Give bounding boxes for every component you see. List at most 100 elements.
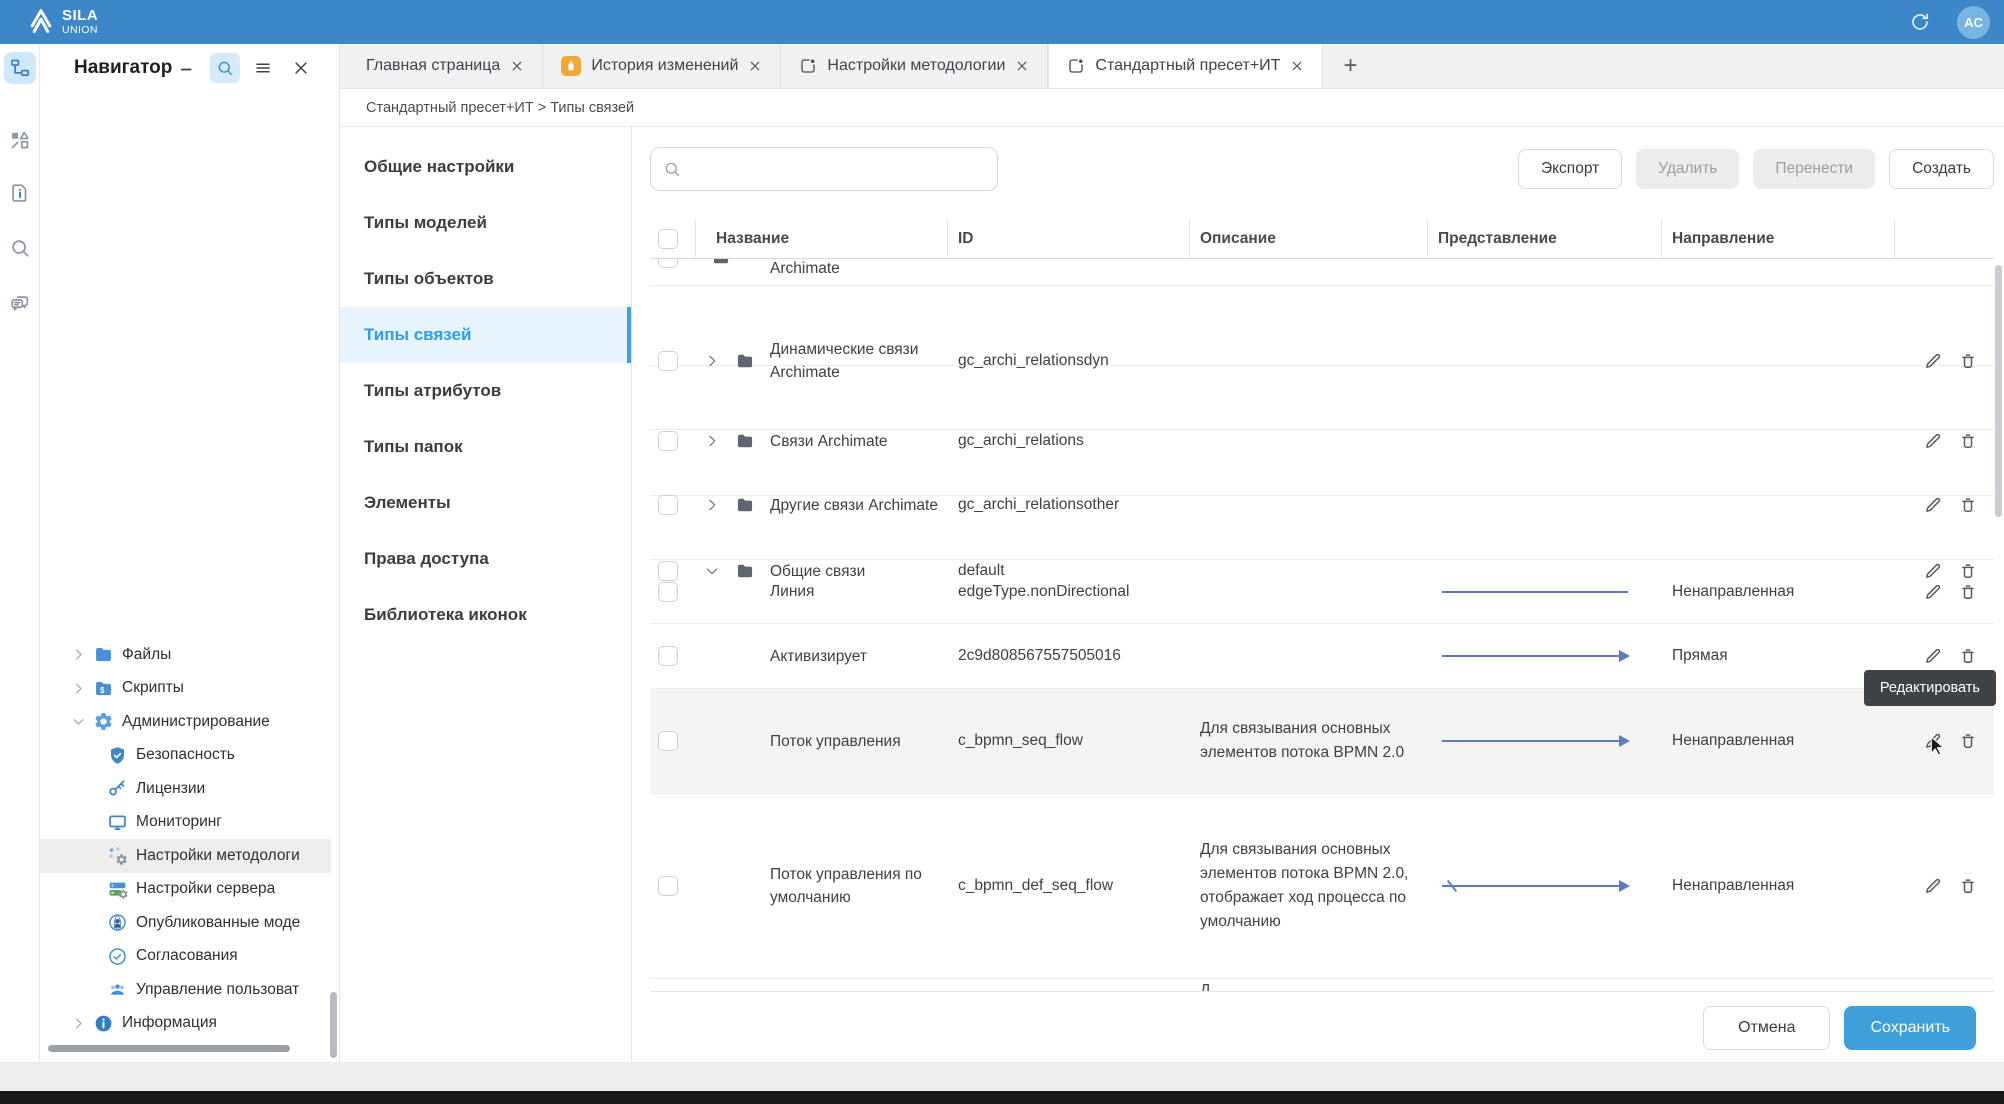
document-info-icon[interactable] bbox=[4, 177, 36, 209]
tree-item-user-management[interactable]: Управление пользоват bbox=[40, 973, 331, 1007]
table-search[interactable] bbox=[650, 147, 998, 191]
menu-item-folder-types[interactable]: Типы папок bbox=[340, 419, 631, 475]
select-all-checkbox[interactable] bbox=[658, 229, 678, 249]
delete-icon[interactable] bbox=[1958, 561, 1978, 581]
workspace: Экспорт Удалить Перенести Создать Назван… bbox=[632, 127, 2004, 1061]
filter-icon[interactable] bbox=[248, 53, 278, 83]
tab-standard-preset[interactable]: Стандартный пресет+ИТ bbox=[1048, 44, 1323, 88]
edit-icon[interactable] bbox=[1923, 431, 1943, 451]
column-header-name[interactable]: Название bbox=[696, 219, 948, 259]
tree-item-methodology-settings[interactable]: Настройки методологи bbox=[40, 839, 331, 873]
tab-home[interactable]: Главная страница bbox=[348, 44, 543, 88]
edit-icon[interactable] bbox=[1923, 646, 1943, 666]
table-row[interactable]: Динамические связи Archimate gc_archi_re… bbox=[650, 286, 1994, 366]
edit-icon[interactable] bbox=[1923, 351, 1943, 371]
row-description bbox=[1190, 650, 1428, 662]
create-button[interactable]: Создать bbox=[1889, 149, 1994, 189]
chevron-right-icon[interactable] bbox=[66, 1011, 90, 1035]
menu-item-general-settings[interactable]: Общие настройки bbox=[340, 139, 631, 195]
menu-item-attribute-types[interactable]: Типы атрибутов bbox=[340, 363, 631, 419]
tree-item-server-settings[interactable]: Настройки сервера bbox=[40, 873, 331, 907]
row-description: Д bbox=[1190, 979, 1428, 991]
shapes-icon[interactable] bbox=[4, 124, 36, 156]
export-button[interactable]: Экспорт bbox=[1518, 149, 1622, 189]
tree-item-scripts[interactable]: Скрипты bbox=[40, 672, 331, 706]
column-header-description[interactable]: Описание bbox=[1190, 219, 1428, 259]
edit-icon[interactable] bbox=[1923, 561, 1943, 581]
table-row[interactable]: Связи Archimate gc_archi_relations bbox=[650, 366, 1994, 430]
refresh-icon[interactable] bbox=[1909, 11, 1931, 33]
table-row-partial[interactable]: Archimate bbox=[650, 259, 1994, 286]
delete-icon[interactable] bbox=[1958, 646, 1978, 666]
delete-icon[interactable] bbox=[1958, 431, 1978, 451]
tree-item-licenses[interactable]: Лицензии bbox=[40, 772, 331, 806]
menu-item-icon-library[interactable]: Библиотека иконок bbox=[340, 587, 631, 643]
app-logo[interactable]: SILA UNION bbox=[26, 7, 98, 37]
close-icon[interactable] bbox=[748, 59, 762, 73]
edit-icon[interactable] bbox=[1923, 495, 1943, 515]
row-checkbox[interactable] bbox=[658, 351, 678, 371]
table-vertical-scrollbar[interactable] bbox=[1995, 265, 2002, 517]
delete-icon[interactable] bbox=[1958, 582, 1978, 602]
row-checkbox[interactable] bbox=[658, 731, 678, 751]
tree-item-information[interactable]: Информация bbox=[40, 1007, 331, 1041]
menu-item-elements[interactable]: Элементы bbox=[340, 475, 631, 531]
row-id: edgeType.nonDirectional bbox=[948, 583, 1190, 601]
row-checkbox[interactable] bbox=[658, 259, 678, 268]
cancel-button[interactable]: Отмена bbox=[1703, 1006, 1830, 1050]
close-icon[interactable] bbox=[286, 53, 316, 83]
search-icon[interactable] bbox=[4, 232, 36, 264]
tree-item-published-models[interactable]: Опубликованные моде bbox=[40, 906, 331, 940]
row-checkbox[interactable] bbox=[658, 495, 678, 515]
delete-icon[interactable] bbox=[1958, 495, 1978, 515]
row-checkbox[interactable] bbox=[658, 582, 678, 602]
tree-item-files[interactable]: Файлы bbox=[40, 638, 331, 672]
minimize-icon[interactable] bbox=[172, 53, 202, 83]
row-checkbox[interactable] bbox=[658, 876, 678, 896]
table-row[interactable]: Активизирует 2c9d808567557505016 Прямая bbox=[650, 624, 1994, 689]
chevron-right-icon[interactable] bbox=[66, 676, 90, 700]
delete-button[interactable]: Удалить bbox=[1636, 149, 1739, 189]
comments-icon[interactable] bbox=[4, 288, 36, 320]
move-button[interactable]: Перенести bbox=[1753, 149, 1875, 189]
close-icon[interactable] bbox=[1290, 59, 1304, 73]
menu-item-access-rights[interactable]: Права доступа bbox=[340, 531, 631, 587]
row-checkbox[interactable] bbox=[658, 646, 678, 666]
table-row-partial[interactable]: Д bbox=[650, 979, 1994, 991]
delete-icon[interactable] bbox=[1958, 876, 1978, 896]
row-checkbox[interactable] bbox=[658, 431, 678, 451]
close-icon[interactable] bbox=[1015, 59, 1029, 73]
menu-item-relation-types[interactable]: Типы связей bbox=[340, 307, 631, 363]
search-input[interactable] bbox=[691, 161, 985, 178]
table-row[interactable]: Поток управления по умолчанию c_bpmn_def… bbox=[650, 794, 1994, 979]
delete-icon[interactable] bbox=[1958, 351, 1978, 371]
tree-item-approvals[interactable]: Согласования bbox=[40, 940, 331, 974]
tree-item-label: Настройки методологи bbox=[136, 847, 300, 865]
new-tab-button[interactable]: + bbox=[1323, 44, 1377, 88]
table-row[interactable]: Поток управления c_bpmn_seq_flow Для свя… bbox=[650, 689, 1994, 794]
search-icon[interactable] bbox=[210, 53, 240, 83]
tree-item-monitoring[interactable]: Мониторинг bbox=[40, 806, 331, 840]
main-area: Главная страница История изменений Настр… bbox=[340, 44, 2004, 1062]
tab-change-history[interactable]: История изменений bbox=[543, 44, 781, 88]
delete-icon[interactable] bbox=[1958, 731, 1978, 751]
column-header-representation[interactable]: Представление bbox=[1428, 219, 1662, 259]
row-checkbox[interactable] bbox=[658, 561, 678, 581]
chevron-down-icon[interactable] bbox=[66, 710, 90, 734]
tree-item-security[interactable]: Безопасность bbox=[40, 739, 331, 773]
tree-item-administration[interactable]: Администрирование bbox=[40, 705, 331, 739]
save-button[interactable]: Сохранить bbox=[1844, 1006, 1976, 1050]
menu-item-object-types[interactable]: Типы объектов bbox=[340, 251, 631, 307]
edit-icon[interactable] bbox=[1923, 876, 1943, 896]
chevron-right-icon[interactable] bbox=[66, 643, 90, 667]
vertical-scrollbar[interactable] bbox=[330, 992, 337, 1058]
edit-icon[interactable] bbox=[1923, 582, 1943, 602]
column-header-direction[interactable]: Направление bbox=[1662, 219, 1895, 259]
close-icon[interactable] bbox=[510, 59, 524, 73]
horizontal-scrollbar[interactable] bbox=[48, 1045, 290, 1052]
menu-item-model-types[interactable]: Типы моделей bbox=[340, 195, 631, 251]
avatar[interactable]: AC bbox=[1957, 6, 1990, 39]
tab-methodology-settings[interactable]: Настройки методологии bbox=[781, 44, 1048, 88]
hierarchy-icon[interactable] bbox=[4, 52, 36, 84]
column-header-id[interactable]: ID bbox=[948, 219, 1190, 259]
